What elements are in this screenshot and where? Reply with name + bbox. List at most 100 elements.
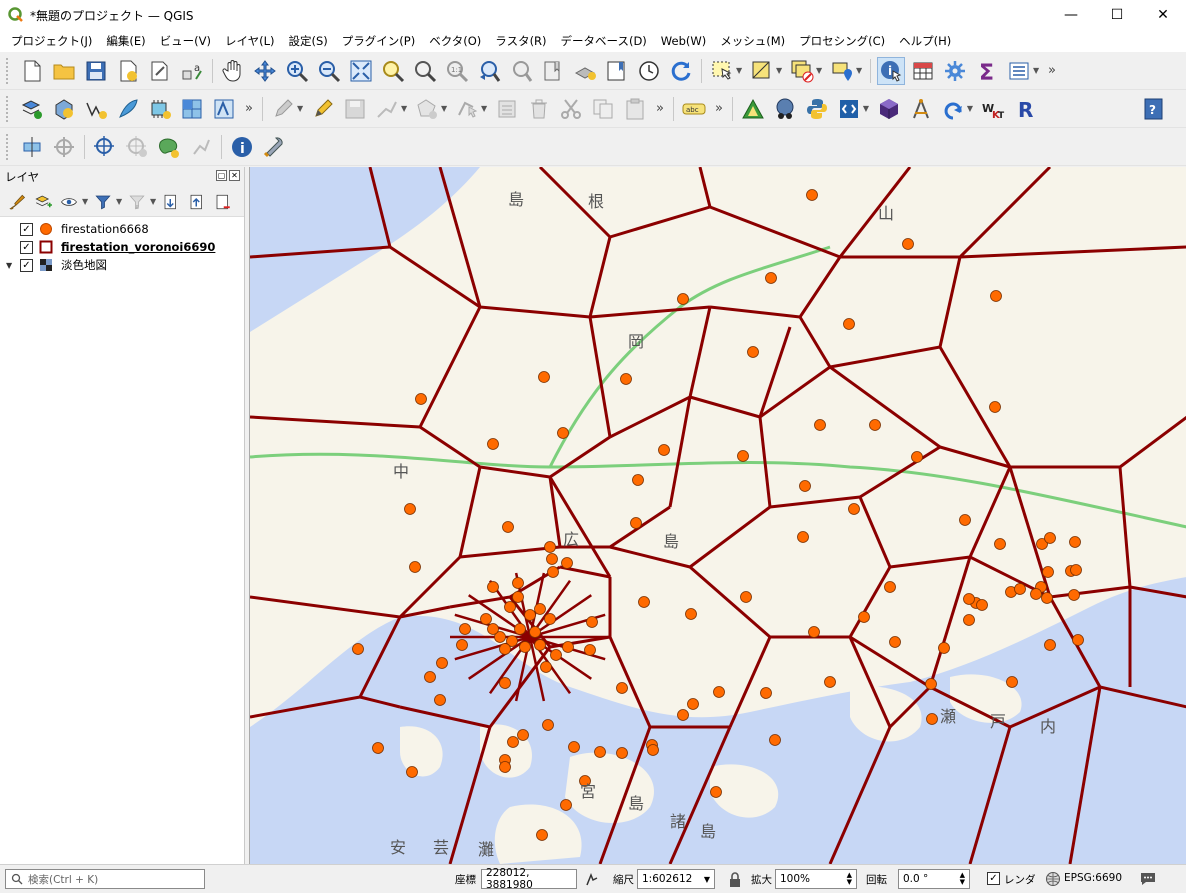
toolbar-handle[interactable] — [6, 133, 12, 160]
spatial-bookmark-button[interactable] — [603, 57, 631, 85]
firestation-point[interactable] — [1044, 532, 1056, 544]
show-bookmarks-button[interactable] — [571, 57, 599, 85]
undo-plugin-button[interactable] — [939, 95, 967, 123]
firestation-point[interactable] — [925, 678, 937, 690]
firestation-point[interactable] — [620, 373, 632, 385]
firestation-point[interactable] — [938, 642, 950, 654]
new-print-layout-button[interactable] — [114, 57, 142, 85]
toolbar-handle[interactable] — [6, 57, 12, 84]
firestation-point[interactable] — [926, 713, 938, 725]
firestation-point[interactable] — [544, 541, 556, 553]
firestation-point[interactable] — [616, 747, 628, 759]
firestation-point[interactable] — [799, 480, 811, 492]
options-wrench-button[interactable] — [260, 133, 288, 161]
add-group-button[interactable] — [32, 191, 54, 213]
statistics-button[interactable]: Σ — [973, 57, 1001, 85]
firestation-point[interactable] — [687, 698, 699, 710]
python-console-button[interactable] — [803, 95, 831, 123]
toggle-editing-button[interactable] — [309, 95, 337, 123]
firestation-point[interactable] — [685, 608, 697, 620]
layer-visibility-checkbox[interactable]: ✓ — [20, 240, 33, 254]
firestation-point[interactable] — [504, 601, 516, 613]
toggle-extents-icon[interactable] — [584, 872, 600, 888]
firestation-point[interactable] — [1068, 589, 1080, 601]
save-project-button[interactable] — [82, 57, 110, 85]
firestation-point[interactable] — [989, 401, 1001, 413]
georeferencer-button[interactable] — [91, 133, 119, 161]
firestation-point[interactable] — [638, 596, 650, 608]
select-features-button[interactable] — [708, 57, 736, 85]
menu-help[interactable]: ヘルプ(H) — [892, 33, 958, 49]
firestation-point[interactable] — [424, 671, 436, 683]
firestation-point[interactable] — [487, 438, 499, 450]
firestation-point[interactable] — [1014, 583, 1026, 595]
firestation-point[interactable] — [459, 623, 471, 635]
save-edits-button[interactable] — [341, 95, 369, 123]
map-canvas[interactable]: 島 根 山 岡 広 島 中 瀬 戸 内 安 芸 灘 宮 島 諸 島 — [249, 167, 1186, 864]
minimize-button[interactable]: — — [1048, 0, 1094, 30]
remove-layer-button[interactable] — [212, 191, 234, 213]
vertex-dropdown-icon[interactable]: ▼ — [481, 104, 489, 113]
firestation-point[interactable] — [434, 694, 446, 706]
new-scratch-layer-button[interactable] — [210, 95, 238, 123]
code-plugin-dropdown-icon[interactable]: ▼ — [863, 104, 871, 113]
firestation-point[interactable] — [632, 474, 644, 486]
firestation-point[interactable] — [814, 419, 826, 431]
new-virtual-layer-button[interactable] — [146, 95, 174, 123]
render-checkbox[interactable]: ✓ — [987, 872, 1000, 885]
styling-dropdown-icon[interactable]: ▼ — [1033, 66, 1041, 75]
menu-plugins[interactable]: プラグイン(P) — [335, 33, 422, 49]
firestation-point[interactable] — [747, 346, 759, 358]
menu-layer[interactable]: レイヤ(L) — [218, 33, 282, 49]
firestation-point[interactable] — [507, 736, 519, 748]
firestation-point[interactable] — [677, 293, 689, 305]
firestation-point[interactable] — [568, 741, 580, 753]
menu-database[interactable]: データベース(D) — [554, 33, 654, 49]
scale-field[interactable]: 1:602612 ▼ — [637, 869, 715, 889]
firestation-point[interactable] — [843, 318, 855, 330]
style-manager-button[interactable]: a — [178, 57, 206, 85]
select-by-expression-button[interactable] — [748, 57, 776, 85]
new-geopackage-button[interactable] — [50, 95, 78, 123]
firestation-point[interactable] — [765, 272, 777, 284]
zoom-last-button[interactable] — [475, 57, 503, 85]
firestation-point[interactable] — [1042, 566, 1054, 578]
help-contents-button[interactable]: ? — [1140, 95, 1168, 123]
firestation-point[interactable] — [519, 641, 531, 653]
firestation-point[interactable] — [517, 729, 529, 741]
firestation-point[interactable] — [404, 503, 416, 515]
firestation-point[interactable] — [713, 686, 725, 698]
firestation-point[interactable] — [963, 593, 975, 605]
zoom-to-layer-button[interactable] — [411, 57, 439, 85]
firestation-point[interactable] — [797, 531, 809, 543]
firestation-point[interactable] — [436, 657, 448, 669]
firestation-point[interactable] — [512, 577, 524, 589]
add-polygon-button[interactable] — [413, 95, 441, 123]
firestation-point[interactable] — [560, 799, 572, 811]
firestation-point[interactable] — [1044, 639, 1056, 651]
firestation-point[interactable] — [536, 829, 548, 841]
menu-mesh[interactable]: メッシュ(M) — [713, 33, 792, 49]
expression-dropdown-icon[interactable]: ▼ — [150, 197, 158, 206]
zoom-native-button[interactable]: 1:1 — [443, 57, 471, 85]
cut-features-button[interactable] — [557, 95, 585, 123]
map-themes-dropdown-icon[interactable]: ▼ — [82, 197, 90, 206]
menu-raster[interactable]: ラスタ(R) — [488, 33, 553, 49]
firestation-point[interactable] — [406, 766, 418, 778]
edits-dropdown-icon[interactable]: ▼ — [297, 104, 305, 113]
identify-features-button[interactable]: i — [877, 56, 905, 85]
shape-digitizing-button[interactable] — [155, 133, 183, 161]
firestation-point[interactable] — [963, 614, 975, 626]
undo-dropdown-icon[interactable]: ▼ — [967, 104, 975, 113]
rotation-field[interactable]: 0.0 ° ▲ ▼ — [898, 869, 970, 889]
data-source-manager-button[interactable] — [18, 95, 46, 123]
expand-all-button[interactable] — [160, 191, 182, 213]
rotation-spinner-icon[interactable]: ▲ ▼ — [960, 872, 965, 886]
new-shapefile-button[interactable] — [82, 95, 110, 123]
firestation-point[interactable] — [889, 636, 901, 648]
deselect-dropdown-icon[interactable]: ▼ — [816, 66, 824, 75]
temporal-controller-button[interactable] — [635, 57, 663, 85]
new-bookmark-button[interactable] — [539, 57, 567, 85]
digitize-dropdown-icon[interactable]: ▼ — [401, 104, 409, 113]
close-button[interactable]: ✕ — [1140, 0, 1186, 30]
